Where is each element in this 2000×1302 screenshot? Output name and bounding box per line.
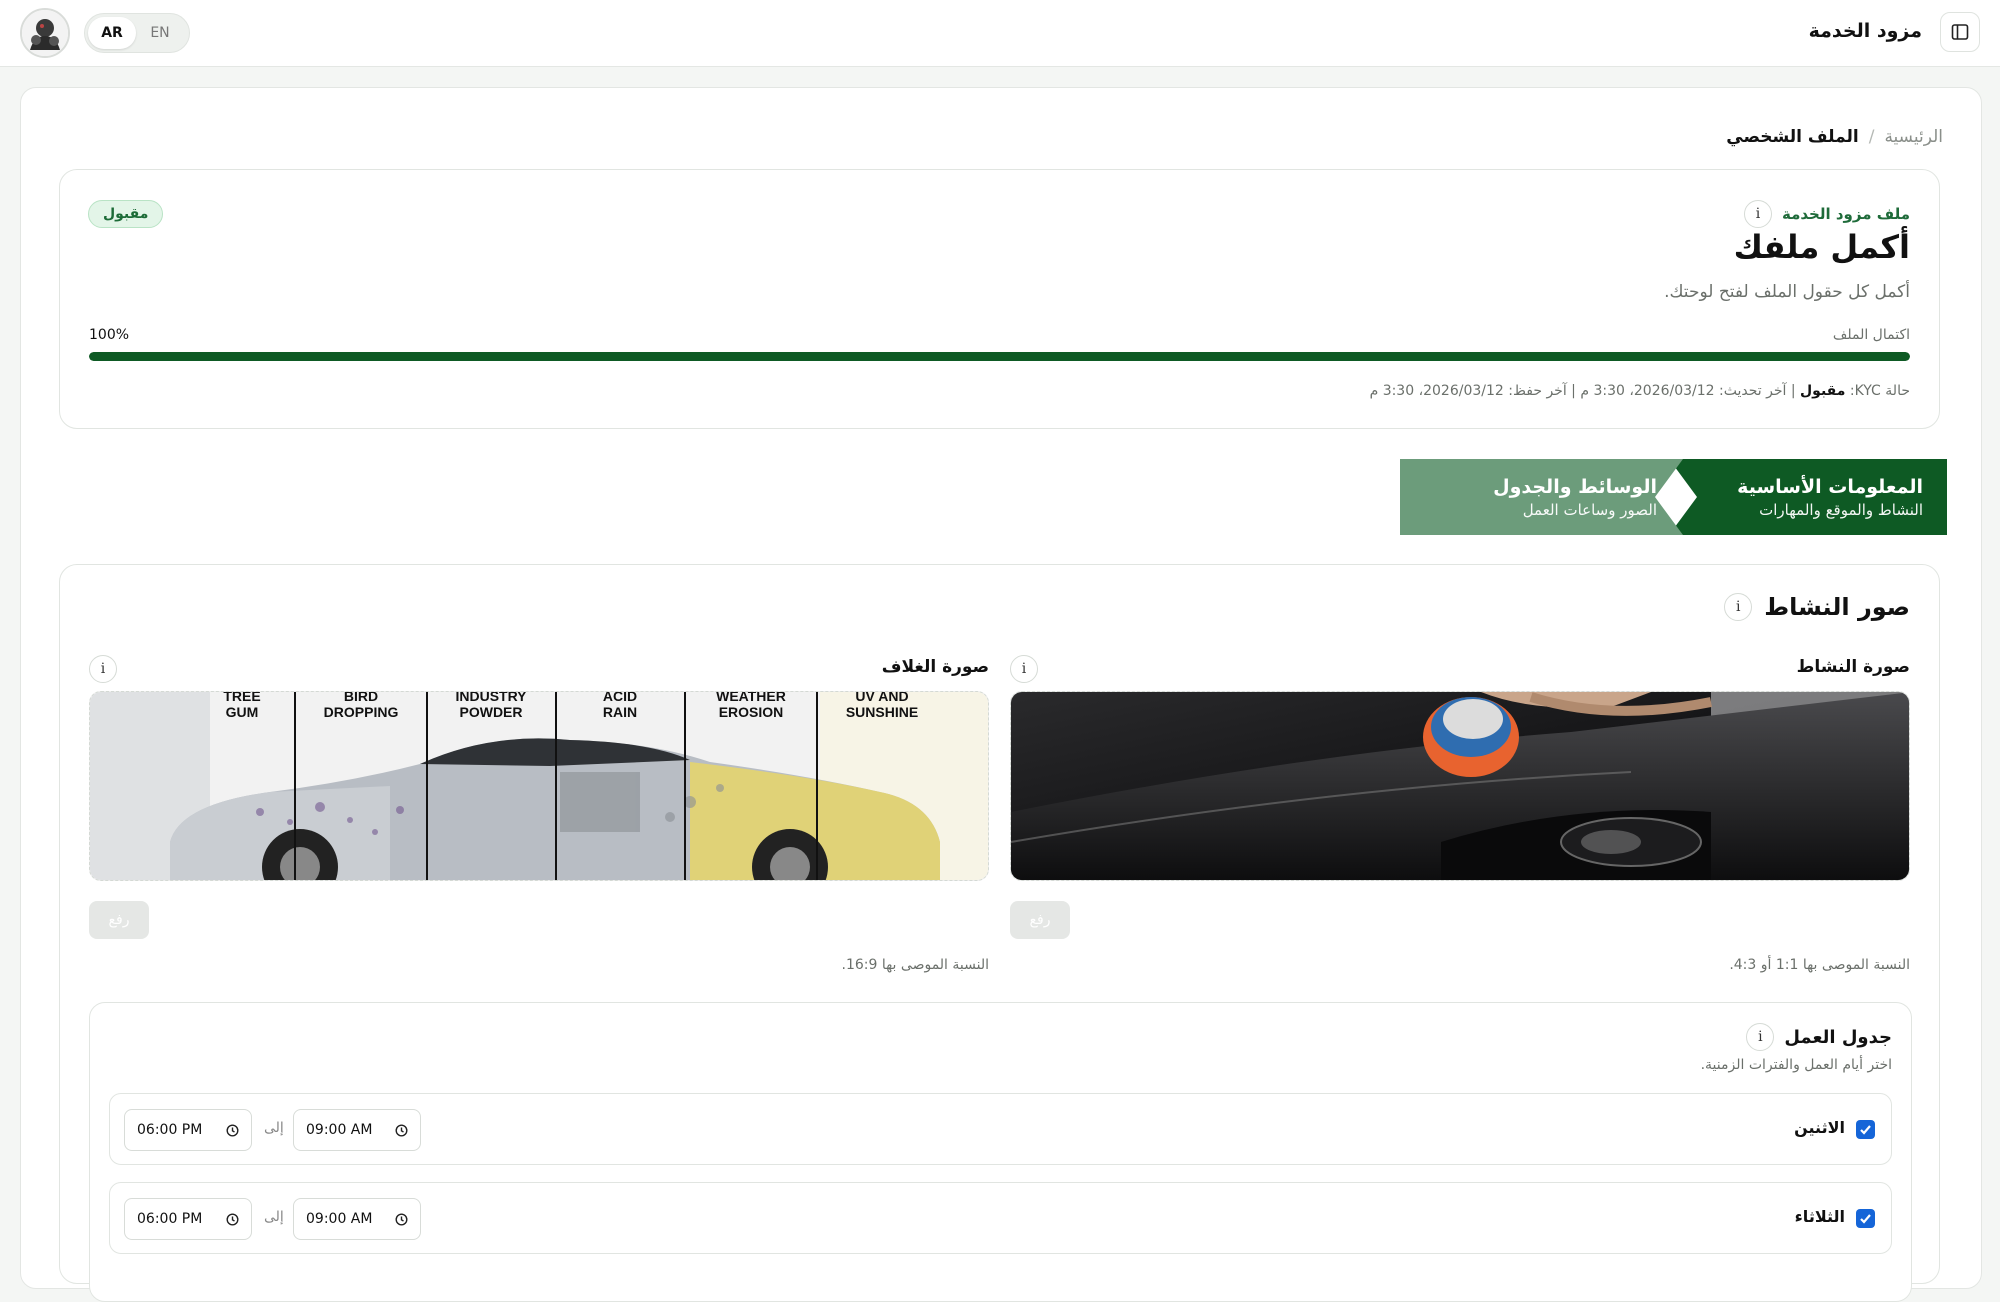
day-name: الثلاثاء: [1794, 1207, 1845, 1226]
lang-ar-button[interactable]: AR: [88, 17, 136, 49]
schedule-day-row: الثلاثاء 09:00 AM إلى 06:00 PM: [109, 1182, 1892, 1254]
schedule-subtitle: اختر أيام العمل والفترات الزمنية.: [1700, 1057, 1892, 1073]
info-icon[interactable]: i: [1724, 593, 1753, 621]
cover-photo-preview: UV AND SUNSHINE WEATHER EROSION ACID RAIN INDU…: [89, 691, 989, 881]
step-subtitle: النشاط والموقع والمهارات: [1759, 501, 1923, 519]
cover-panel-label-line: SUNSHINE: [845, 704, 919, 720]
cover-ratio-hint: النسبة الموصى بها 16:9.: [841, 957, 989, 973]
cover-panel-label-line: DROPPING: [323, 704, 399, 720]
status-badge: مقبول: [88, 200, 164, 228]
to-label: إلى: [264, 1209, 284, 1225]
cover-panel-label: UV AND SUNSHINE: [822, 691, 942, 720]
breadcrumb-separator: /: [1868, 127, 1875, 147]
activity-photos-card: صور النشاط i صورة النشاط i رفع النسبة ال…: [59, 564, 1940, 1302]
to-time-value: 06:00 PM: [137, 1211, 203, 1227]
cover-panel-label: INDUSTRY POWDER: [431, 691, 551, 720]
breadcrumb-home-link[interactable]: الرئيسية: [1884, 127, 1943, 147]
cover-panel-label-line: RAIN: [602, 704, 638, 720]
breadcrumb: الرئيسية / الملف الشخصي: [1726, 127, 1943, 147]
work-schedule-card: جدول العمل i اختر أيام العمل والفترات ال…: [89, 1002, 1912, 1302]
cover-panel-label-line: WEATHER: [716, 691, 786, 704]
activity-photo-preview: [1010, 691, 1910, 881]
cover-panel-label: BIRD DROPPING: [301, 691, 421, 720]
section-title: صور النشاط: [1764, 593, 1910, 621]
cover-upload-button[interactable]: رفع: [89, 901, 149, 939]
breadcrumb-current: الملف الشخصي: [1726, 127, 1859, 147]
cover-panel-label-line: TREE: [223, 691, 261, 704]
step-basic-info[interactable]: المعلومات الأساسية النشاط والموقع والمها…: [1669, 459, 1947, 535]
clock-icon: [395, 1212, 408, 1226]
progress-bar: [89, 352, 1910, 361]
kyc-timestamps: | آخر تحديث: 2026/03/12، 3:30 م | آخر حف…: [1369, 383, 1796, 399]
kyc-prefix: حالة KYC:: [1849, 383, 1910, 399]
to-label: إلى: [264, 1120, 284, 1136]
cover-panel-label-line: BIRD: [343, 691, 379, 704]
app-title: مزود الخدمة: [1808, 20, 1922, 42]
to-time-input[interactable]: 06:00 PM: [124, 1198, 252, 1240]
to-time-input[interactable]: 06:00 PM: [124, 1109, 252, 1151]
step-title: الوسائط والجدول: [1493, 476, 1657, 498]
cover-panel-label: WEATHER EROSION: [691, 691, 811, 720]
info-icon[interactable]: i: [1010, 655, 1038, 683]
cover-panel-label-line: POWDER: [459, 704, 523, 720]
schedule-day-row: الاثنين 09:00 AM إلى 06:00 PM: [109, 1093, 1892, 1165]
profile-completion-card: ملف مزود الخدمة i أكمل ملفك أكمل كل حقول…: [59, 169, 1940, 429]
day-checkbox[interactable]: [1856, 1209, 1875, 1228]
progress-percent: 100%: [89, 327, 130, 343]
info-icon[interactable]: i: [1746, 1023, 1775, 1051]
step-title: المعلومات الأساسية: [1737, 476, 1923, 498]
sidebar-toggle-icon: [1951, 24, 1969, 40]
language-switch: AR EN: [84, 13, 190, 53]
kyc-status: مقبول: [1800, 383, 1846, 399]
avatar-image: [22, 10, 68, 56]
progress-bar-fill: [89, 352, 1910, 361]
car-polishing-image: [1011, 692, 1909, 880]
top-bar: مزود الخدمة AR EN: [0, 0, 2000, 67]
cover-photo-label: صورة الغلاف: [881, 657, 989, 677]
from-time-value: 09:00 AM: [306, 1211, 373, 1227]
check-icon: [1860, 1214, 1871, 1224]
info-icon[interactable]: i: [1744, 200, 1772, 228]
card-subtitle: أكمل كل حقول الملف لفتح لوحتك.: [1664, 282, 1910, 302]
step-media-schedule[interactable]: الوسائط والجدول الصور وساعات العمل: [1400, 459, 1683, 535]
cover-panel-label: TREE GUM: [182, 691, 302, 720]
clock-icon: [226, 1123, 239, 1137]
info-icon[interactable]: i: [89, 655, 117, 683]
clock-icon: [226, 1212, 239, 1226]
activity-photo-label: صورة النشاط: [1796, 657, 1910, 677]
cover-panel-label-line: EROSION: [718, 704, 784, 720]
activity-photo-field: صورة النشاط i رفع النسبة الموصى بها 1:1 …: [1010, 655, 1910, 973]
from-time-input[interactable]: 09:00 AM: [293, 1198, 421, 1240]
check-icon: [1860, 1125, 1871, 1135]
cover-panel-label-line: ACID: [602, 691, 638, 704]
day-name: الاثنين: [1794, 1118, 1845, 1137]
cover-panel-label-line: INDUSTRY: [455, 691, 527, 704]
cover-panel-labels: UV AND SUNSHINE WEATHER EROSION ACID RAIN INDU…: [90, 691, 988, 728]
sidebar-toggle-button[interactable]: [1940, 12, 1980, 52]
step-subtitle: الصور وساعات العمل: [1522, 501, 1657, 519]
cover-panel-label-line: UV AND: [855, 691, 909, 704]
progress-label: اكتمال الملف: [1832, 327, 1910, 343]
profile-stepper: المعلومات الأساسية النشاط والموقع والمها…: [1400, 459, 1947, 535]
day-checkbox[interactable]: [1856, 1120, 1875, 1139]
activity-upload-button[interactable]: رفع: [1010, 901, 1070, 939]
to-time-value: 06:00 PM: [137, 1122, 203, 1138]
schedule-title: جدول العمل: [1784, 1026, 1892, 1048]
card-title: أكمل ملفك: [1733, 228, 1910, 266]
cover-panel-label-line: GUM: [225, 704, 259, 720]
clock-icon: [395, 1123, 408, 1137]
kyc-status-line: حالة KYC: مقبول | آخر تحديث: 2026/03/12،…: [1370, 383, 1910, 399]
card-label: ملف مزود الخدمة: [1782, 205, 1910, 223]
cover-panel-label: ACID RAIN: [560, 691, 680, 720]
lang-en-button[interactable]: EN: [136, 17, 184, 49]
activity-ratio-hint: النسبة الموصى بها 1:1 أو 4:3.: [1729, 957, 1910, 973]
from-time-input[interactable]: 09:00 AM: [293, 1109, 421, 1151]
from-time-value: 09:00 AM: [306, 1122, 373, 1138]
avatar[interactable]: [20, 8, 70, 58]
cover-photo-field: صورة الغلاف i UV AND SUNSHINE WEATHER ER…: [89, 655, 989, 973]
